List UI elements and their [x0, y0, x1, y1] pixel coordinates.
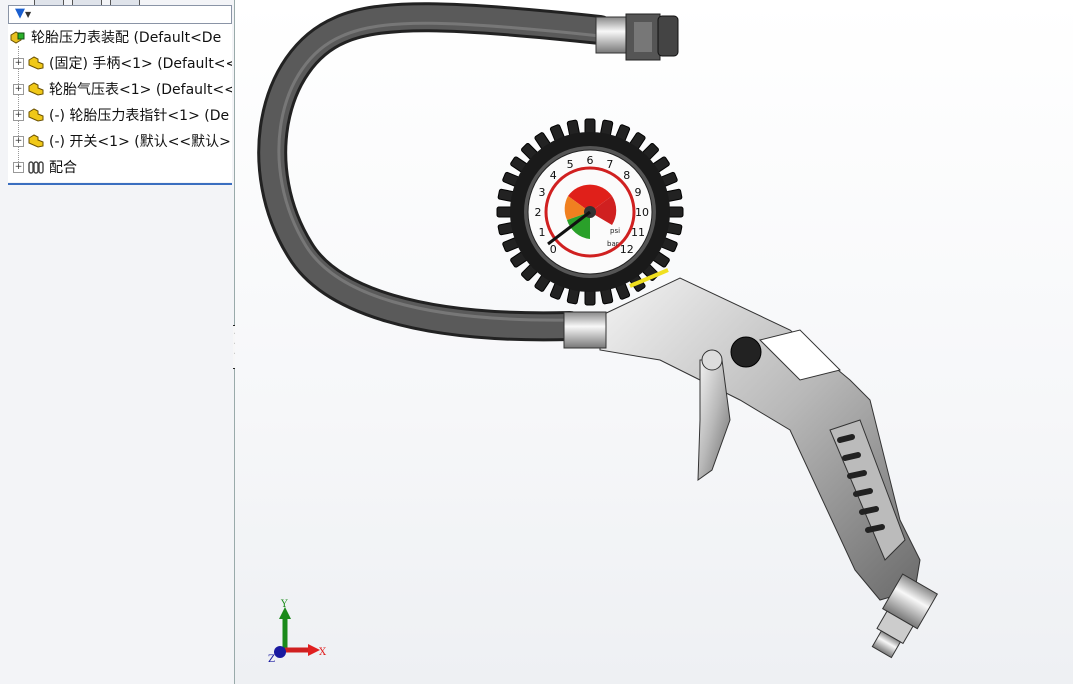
- assembly-icon: [10, 31, 25, 44]
- gauge-tick-label: 7: [606, 158, 613, 171]
- tree-item-label: 轮胎气压表<1> (Default<<: [49, 82, 232, 98]
- gun-body: [563, 277, 921, 601]
- feature-tree: 轮胎压力表装配 (Default<De + (固定) 手柄<1> (Defaul…: [8, 24, 232, 182]
- tree-item-label: (-) 轮胎压力表指针<1> (De: [49, 108, 230, 124]
- part-icon: [28, 82, 44, 96]
- tree-item-label: 配合: [49, 160, 77, 176]
- part-icon: [28, 56, 44, 70]
- tree-item-needle[interactable]: + (-) 轮胎压力表指针<1> (De: [13, 104, 229, 126]
- triad-y-label: Y: [280, 599, 288, 610]
- gauge-tick-label: 6: [587, 154, 594, 167]
- gauge-tick-label: 0: [550, 243, 557, 256]
- gauge-tick-label: 10: [635, 206, 649, 219]
- gauge-tick-label: 12: [620, 243, 634, 256]
- triad-x-label: X: [319, 647, 327, 658]
- gauge-unit-psi: psi: [610, 227, 620, 235]
- view-triad: Y X Z: [268, 599, 327, 665]
- tire-gauge-model: 012345 6 789101112 bar psi Y X Z: [257, 2, 939, 665]
- tree-filter-input[interactable]: ▼▼: [8, 5, 232, 24]
- expand-icon[interactable]: +: [13, 57, 24, 69]
- expand-icon[interactable]: +: [13, 109, 24, 121]
- gauge-tick-label: 9: [635, 186, 642, 199]
- tree-item-label: (固定) 手柄<1> (Default<<: [49, 56, 232, 72]
- filter-icon[interactable]: ▼▼: [15, 6, 31, 21]
- gauge-tick-label: 2: [535, 206, 542, 219]
- gauge-tick-label: 1: [538, 226, 545, 239]
- feature-manager-panel: ▼▼ 轮胎压力表装配 (Default<De + (固定) 手柄<1> (Def…: [0, 0, 235, 684]
- gauge-tick-label: 8: [623, 169, 630, 182]
- tree-item-mates[interactable]: + 配合: [13, 156, 77, 178]
- expand-icon[interactable]: +: [13, 135, 24, 147]
- tree-divider: [8, 183, 232, 185]
- tree-root-assembly[interactable]: 轮胎压力表装配 (Default<De: [10, 26, 221, 48]
- tree-root-label: 轮胎压力表装配 (Default<De: [31, 30, 222, 46]
- tree-item-label: (-) 开关<1> (默认<<默认>: [49, 134, 231, 150]
- tree-item-switch[interactable]: + (-) 开关<1> (默认<<默认>: [13, 130, 231, 152]
- mates-icon: [28, 161, 44, 174]
- gauge-tick-label: 4: [550, 169, 557, 182]
- gauge-tick-label: 11: [631, 226, 645, 239]
- expand-icon[interactable]: +: [13, 83, 24, 95]
- part-icon: [28, 108, 44, 122]
- gauge-tick-label: 3: [538, 186, 545, 199]
- tree-item-gauge[interactable]: + 轮胎气压表<1> (Default<<: [13, 78, 232, 100]
- expand-icon[interactable]: +: [13, 161, 24, 173]
- hose-end-fitting: [595, 13, 679, 61]
- pressure-gauge: 012345 6 789101112 bar psi: [496, 118, 684, 306]
- tree-item-handle[interactable]: + (固定) 手柄<1> (Default<<: [13, 52, 232, 74]
- gauge-tick-label: 5: [567, 158, 574, 171]
- graphics-viewport[interactable]: 0 1 2 3 4 5 6 7 8 9 10 11 12 bar psi Y X Z: [235, 0, 1073, 684]
- gauge-unit-bar: bar: [607, 240, 619, 248]
- triad-z-label: Z: [268, 654, 275, 665]
- part-icon: [28, 134, 44, 148]
